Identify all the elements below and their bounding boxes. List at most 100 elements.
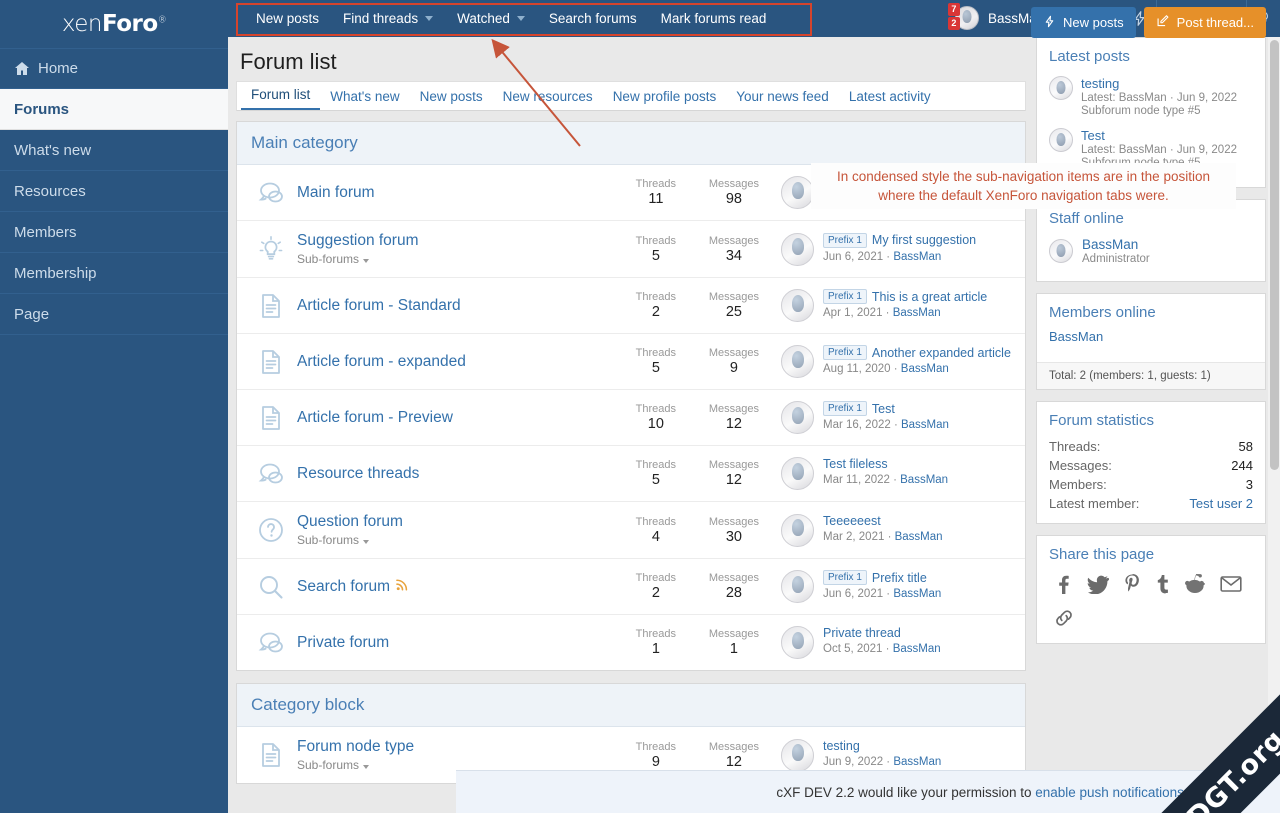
sub-forums-toggle[interactable]: Sub-forums <box>297 533 633 547</box>
pinterest-icon[interactable] <box>1123 573 1142 595</box>
latest-post-title[interactable]: testing <box>1081 76 1237 91</box>
forum-node-row[interactable]: Article forum - expanded Threads 5 Messa… <box>237 334 1025 390</box>
forum-node-stats: Threads 2 Messages 28 <box>633 572 759 601</box>
avatar[interactable] <box>781 289 814 322</box>
tab-new-posts[interactable]: New posts <box>410 84 493 110</box>
statistic-value[interactable]: Test user 2 <box>1189 496 1253 511</box>
sidebar-item-home[interactable]: Home <box>0 48 228 89</box>
list-item[interactable]: testing Latest: BassMan · Jun 9, 2022 Su… <box>1049 73 1253 125</box>
messages-value: 28 <box>725 585 742 601</box>
last-post-title[interactable]: My first suggestion <box>872 233 976 247</box>
sidebar-item-members[interactable]: Members <box>0 212 228 253</box>
twitter-icon[interactable] <box>1087 574 1109 594</box>
thread-prefix[interactable]: Prefix 1 <box>823 570 867 585</box>
forum-node-row[interactable]: Article forum - Standard Threads 2 Messa… <box>237 278 1025 334</box>
last-post-title-row: Prefix 1 Test <box>823 401 949 416</box>
tab-new-profile-posts[interactable]: New profile posts <box>603 84 727 110</box>
avatar[interactable] <box>781 570 814 603</box>
avatar[interactable] <box>781 232 814 266</box>
link-icon[interactable] <box>1053 609 1075 627</box>
members-online-list: BassMan <box>1037 329 1265 362</box>
last-post-author[interactable]: BassMan <box>893 251 941 263</box>
sidebar-item-forums[interactable]: Forums <box>0 89 228 130</box>
forum-node-title[interactable]: Search forum <box>297 578 633 596</box>
forum-node-row[interactable]: Resource threads Threads 5 Messages 12 T… <box>237 446 1025 502</box>
thread-prefix[interactable]: Prefix 1 <box>823 232 867 248</box>
forum-node-title[interactable]: Main forum <box>297 184 633 202</box>
rss-icon[interactable] <box>396 578 409 595</box>
last-post-title[interactable]: Prefix title <box>872 571 927 585</box>
avatar[interactable] <box>781 401 814 434</box>
avatar[interactable] <box>781 176 814 209</box>
last-post-author[interactable]: BassMan <box>901 363 949 375</box>
thread-prefix[interactable]: Prefix 1 <box>823 345 867 360</box>
email-icon[interactable] <box>1220 575 1242 593</box>
avatar[interactable] <box>781 457 814 490</box>
facebook-icon[interactable] <box>1053 573 1073 595</box>
threads-label: Threads <box>635 515 677 528</box>
tab-forum-list[interactable]: Forum list <box>241 82 321 110</box>
sidebar-item-page[interactable]: Page <box>0 294 228 335</box>
avatar[interactable] <box>781 626 814 659</box>
enable-push-notifications-link[interactable]: enable push notifications <box>1035 785 1184 800</box>
thread-prefix[interactable]: Prefix 1 <box>823 289 867 304</box>
topnav-new-posts[interactable]: New posts <box>244 0 331 37</box>
sidebar-item-resources[interactable]: Resources <box>0 171 228 212</box>
last-post-title[interactable]: Test <box>872 402 895 416</box>
last-post-author[interactable]: BassMan <box>893 756 941 768</box>
last-post-author[interactable]: BassMan <box>895 531 943 543</box>
scrollbar-thumb[interactable] <box>1270 40 1279 470</box>
forum-node-title[interactable]: Article forum - Preview <box>297 409 633 427</box>
forum-node-row[interactable]: Private forum Threads 1 Messages 1 Priva… <box>237 615 1025 670</box>
topnav-mark-forums-read[interactable]: Mark forums read <box>649 0 779 37</box>
tab-new-resources[interactable]: New resources <box>493 84 603 110</box>
new-posts-button[interactable]: New posts <box>1030 7 1136 38</box>
avatar[interactable] <box>781 738 814 772</box>
forum-node-row[interactable]: Article forum - Preview Threads 10 Messa… <box>237 390 1025 446</box>
forum-node-title[interactable]: Article forum - expanded <box>297 353 633 371</box>
site-logo[interactable]: xenForo® <box>0 0 228 48</box>
forum-node-title[interactable]: Suggestion forum <box>297 232 633 250</box>
topnav-search-forums[interactable]: Search forums <box>537 0 649 37</box>
tumblr-icon[interactable] <box>1156 573 1170 595</box>
forum-node-row[interactable]: Suggestion forum Sub-forums Threads 5 Me… <box>237 221 1025 278</box>
last-post-author[interactable]: BassMan <box>893 588 941 600</box>
last-post-title[interactable]: This is a great article <box>872 290 987 304</box>
sub-forums-toggle[interactable]: Sub-forums <box>297 252 633 266</box>
post-thread-button[interactable]: Post thread... <box>1143 7 1266 38</box>
avatar[interactable] <box>781 513 814 547</box>
topnav-find-threads[interactable]: Find threads <box>331 0 445 37</box>
forum-node-row[interactable]: Search forum Threads 2 Messages 28 Prefi… <box>237 559 1025 615</box>
topnav-watched[interactable]: Watched <box>445 0 537 37</box>
last-post-title[interactable]: Another expanded article <box>872 346 1011 360</box>
last-post-title[interactable]: Private thread <box>823 626 901 640</box>
last-post-author[interactable]: BassMan <box>893 643 941 655</box>
last-post-author[interactable]: BassMan <box>900 474 948 486</box>
reddit-icon[interactable] <box>1184 574 1206 594</box>
widget-members-online: Members online BassMan Total: 2 (members… <box>1036 293 1266 390</box>
last-post-title[interactable]: Teeeeeest <box>823 514 881 528</box>
forum-node-title[interactable]: Private forum <box>297 634 633 652</box>
member-name[interactable]: BassMan <box>1049 329 1253 352</box>
forum-node-title[interactable]: Article forum - Standard <box>297 297 633 315</box>
forum-node-row[interactable]: Question forum Sub-forums Threads 4 Mess… <box>237 502 1025 559</box>
last-post-author[interactable]: BassMan <box>893 307 941 319</box>
latest-post-title[interactable]: Test <box>1081 128 1237 143</box>
last-post-meta: Jun 9, 2022 · BassMan <box>823 755 942 768</box>
forum-node-title[interactable]: Resource threads <box>297 465 633 483</box>
list-item[interactable]: BassMan Administrator <box>1049 235 1253 271</box>
avatar[interactable] <box>781 345 814 378</box>
last-post-title[interactable]: testing <box>823 739 860 753</box>
sidebar-item-whats-new[interactable]: What's new <box>0 130 228 171</box>
tab-latest-activity[interactable]: Latest activity <box>839 84 941 110</box>
forum-node-stats: Threads 9 Messages 12 <box>633 741 759 770</box>
last-post-title[interactable]: Test fileless <box>823 457 888 471</box>
sidebar-item-membership[interactable]: Membership <box>0 253 228 294</box>
forum-node-title[interactable]: Question forum <box>297 513 633 531</box>
tab-your-news-feed[interactable]: Your news feed <box>726 84 839 110</box>
brand-bold: Foro <box>101 11 158 37</box>
forum-node-title[interactable]: Forum node type <box>297 738 633 756</box>
last-post-author[interactable]: BassMan <box>901 419 949 431</box>
tab-whats-new[interactable]: What's new <box>320 84 409 110</box>
thread-prefix[interactable]: Prefix 1 <box>823 401 867 416</box>
